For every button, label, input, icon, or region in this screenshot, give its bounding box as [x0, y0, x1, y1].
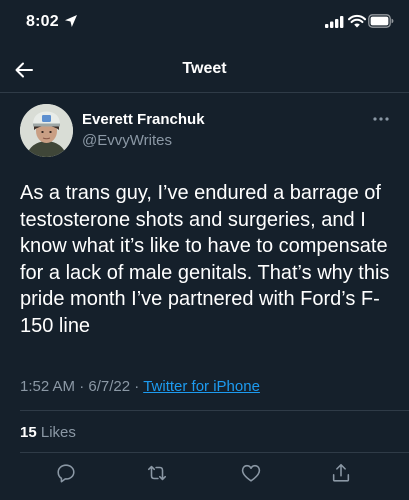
status-bar: 8:02 [0, 0, 409, 46]
retweet-icon [147, 465, 167, 481]
retweet-button[interactable] [146, 462, 168, 484]
nav-header: Tweet [0, 50, 409, 90]
more-options-icon[interactable] [370, 111, 392, 127]
reply-button[interactable] [55, 462, 77, 484]
tweet-time: 1:52 AM [20, 378, 76, 395]
battery-icon [368, 14, 394, 28]
tweet-screen: 8:02 Tweet Everett Franchuk @EvvyWrites … [0, 0, 409, 500]
status-time: 8:02 [26, 13, 59, 30]
avatar-image [20, 104, 73, 157]
reply-icon [57, 464, 75, 483]
like-button[interactable] [240, 462, 262, 484]
heart-icon [241, 464, 261, 482]
meta-separator: · [79, 378, 85, 395]
location-arrow-icon [65, 15, 77, 27]
share-icon [332, 463, 350, 482]
likes-count: 15 [20, 424, 37, 441]
cellular-signal-icon [325, 16, 344, 28]
tweet-source-link[interactable]: Twitter for iPhone [143, 378, 260, 395]
author-name[interactable]: Everett Franchuk [82, 111, 205, 128]
tweet-meta: 1:52 AM · 6/7/22 · Twitter for iPhone [20, 378, 260, 395]
wifi-icon [348, 14, 366, 28]
divider [20, 410, 409, 411]
tweet-date: 6/7/22 [88, 378, 131, 395]
likes-stat[interactable]: 15 Likes [20, 424, 76, 441]
divider [20, 452, 409, 453]
author-handle[interactable]: @EvvyWrites [82, 132, 172, 149]
tweet-text: As a trans guy, I’ve endured a barrage o… [20, 182, 390, 337]
page-title: Tweet [182, 60, 227, 77]
nav-divider [0, 92, 409, 93]
share-button[interactable] [330, 462, 352, 484]
meta-separator: · [134, 378, 140, 395]
avatar[interactable] [20, 104, 73, 157]
likes-label: Likes [40, 424, 76, 441]
